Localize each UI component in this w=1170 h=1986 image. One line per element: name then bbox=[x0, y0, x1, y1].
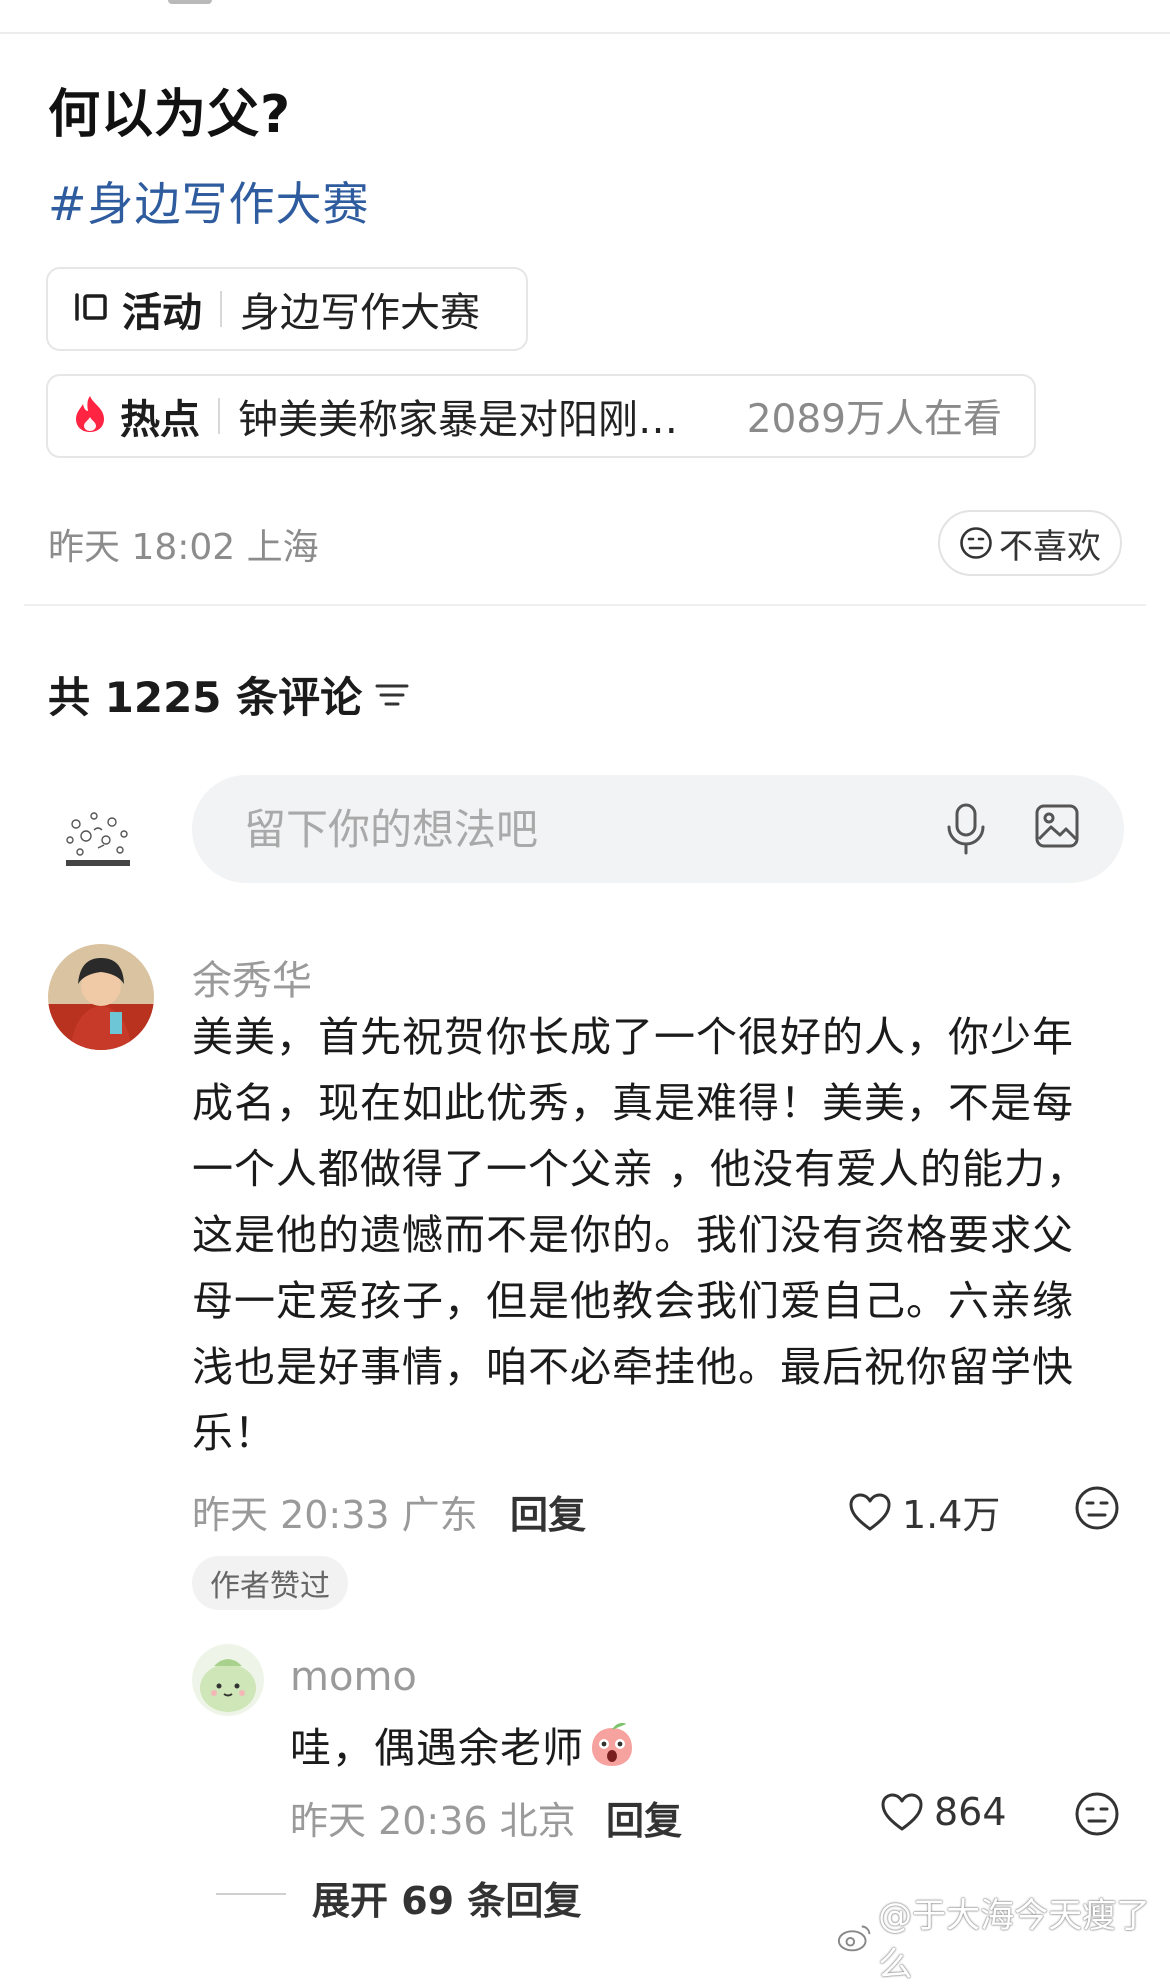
like-count: 864 bbox=[934, 1790, 1007, 1834]
expand-divider bbox=[216, 1893, 286, 1895]
chip-separator bbox=[220, 291, 222, 327]
comment-input[interactable] bbox=[242, 797, 866, 861]
neutral-face-icon bbox=[960, 527, 992, 559]
commenter-avatar[interactable] bbox=[48, 944, 154, 1050]
top-divider bbox=[0, 32, 1170, 34]
reply-button[interactable]: 回复 bbox=[510, 1484, 586, 1539]
hot-chip-label: 热点 bbox=[120, 397, 200, 443]
reply-button[interactable]: 回复 bbox=[606, 1790, 682, 1845]
activity-chip-text: 身边写作大赛 bbox=[240, 290, 480, 336]
weibo-logo-icon bbox=[837, 1925, 871, 1952]
post-meta: 昨天 18:02 上海 bbox=[48, 527, 319, 568]
watermark: @于大海今天瘦了么 bbox=[836, 1888, 1170, 1986]
commenter-name[interactable]: 余秀华 bbox=[192, 948, 312, 1006]
expand-replies-button[interactable]: 展开 69 条回复 bbox=[312, 1870, 581, 1925]
section-divider bbox=[24, 604, 1146, 606]
surprised-peach-emoji-icon bbox=[592, 1722, 632, 1766]
filter-icon[interactable] bbox=[374, 680, 410, 710]
comments-count: 共 1225 条评论 bbox=[48, 673, 363, 722]
dislike-button[interactable]: 不喜欢 bbox=[938, 510, 1122, 576]
watermark-text: @于大海今天瘦了么 bbox=[878, 1896, 1151, 1985]
top-avatar-sliver bbox=[168, 0, 212, 4]
hot-chip-viewer-count: 2089万人在看 bbox=[746, 397, 1002, 442]
heart-icon bbox=[849, 1493, 891, 1530]
reply-text: 哇，偶遇余老师 bbox=[290, 1724, 584, 1772]
post-title: 何以为父? bbox=[48, 85, 292, 145]
my-avatar[interactable] bbox=[50, 790, 146, 886]
like-button[interactable]: 864 bbox=[880, 1790, 1007, 1834]
heart-icon bbox=[881, 1793, 923, 1831]
dislike-face-icon[interactable] bbox=[1074, 1791, 1120, 1837]
author-liked-badge: 作者赞过 bbox=[192, 1556, 348, 1610]
comment-input-bar[interactable] bbox=[192, 775, 1124, 883]
activity-icon bbox=[74, 292, 108, 326]
topic-tag-link[interactable]: #身边写作大赛 bbox=[48, 168, 370, 234]
flame-icon bbox=[74, 395, 106, 437]
like-button[interactable]: 1.4万 bbox=[848, 1484, 1000, 1539]
image-icon[interactable] bbox=[1034, 803, 1080, 849]
chip-separator bbox=[218, 398, 220, 434]
activity-chip-label: 活动 bbox=[122, 290, 202, 336]
reply-author-name[interactable]: momo bbox=[290, 1654, 417, 1700]
comment-meta: 昨天 20:33 广东 bbox=[192, 1493, 478, 1537]
mic-icon[interactable] bbox=[944, 801, 988, 857]
reply-meta: 昨天 20:36 北京 bbox=[290, 1799, 576, 1843]
hot-topic-chip[interactable]: 热点 钟美美称家暴是对阳刚… 2089万人在看 bbox=[46, 374, 1036, 458]
like-count: 1.4万 bbox=[902, 1493, 1001, 1537]
reply-avatar[interactable] bbox=[192, 1644, 264, 1716]
activity-chip[interactable]: 活动 身边写作大赛 bbox=[46, 267, 528, 351]
reply-text-row: 哇，偶遇余老师 bbox=[290, 1714, 636, 1774]
hot-chip-text: 钟美美称家暴是对阳刚… bbox=[238, 397, 678, 443]
dislike-label: 不喜欢 bbox=[999, 526, 1101, 567]
dislike-face-icon[interactable] bbox=[1074, 1485, 1120, 1531]
comments-header: 共 1225 条评论 bbox=[48, 664, 410, 725]
comment-text: 美美，首先祝贺你长成了一个很好的人，你少年成名，现在如此优秀，真是难得！美美，不… bbox=[192, 1013, 1089, 1457]
